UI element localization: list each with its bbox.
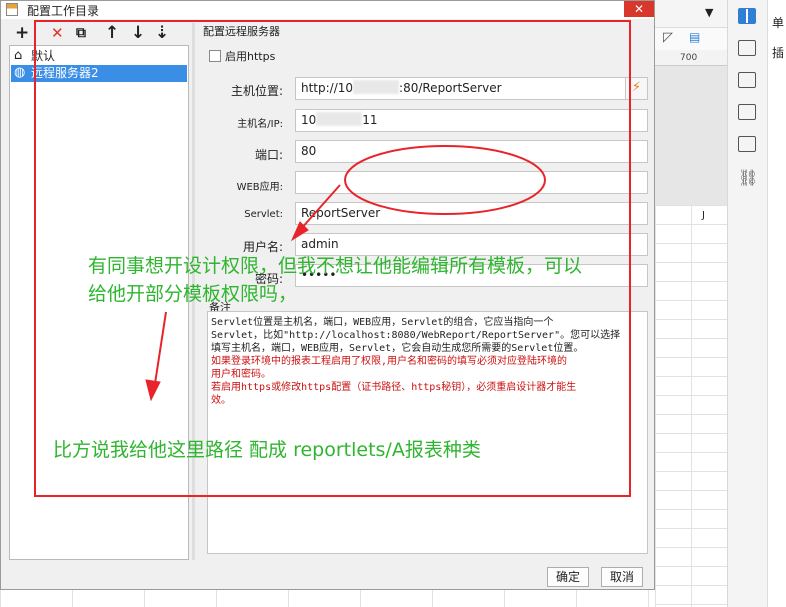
right-side-panel: ⛓ — [727, 0, 767, 607]
annotation-text-line2: 给他开部分模板权限吗， — [88, 283, 298, 305]
bg-toolbar-secondary: ◸ ▤ — [655, 28, 727, 50]
condition-icon[interactable] — [738, 136, 756, 152]
ok-button[interactable]: 确定 — [547, 567, 589, 587]
cell-element-icon[interactable] — [738, 72, 756, 88]
cancel-button[interactable]: 取消 — [601, 567, 643, 587]
column-header: J — [702, 210, 705, 221]
bg-toolbar: ▼ — [655, 0, 727, 28]
hyperlink-icon[interactable]: ⛓ — [738, 168, 758, 187]
panel-tab-label[interactable]: 单 — [772, 14, 784, 31]
draw-line-icon[interactable]: ◸ — [663, 30, 673, 45]
widget-settings-icon[interactable] — [738, 40, 756, 56]
ruler: 700 — [655, 50, 727, 66]
home-icon: ⌂ — [14, 48, 23, 63]
report-icon[interactable]: ▤ — [689, 30, 700, 44]
annotation-text-line3: 比方说我给他这里路径 配成 reportlets/A报表种类 — [53, 439, 481, 461]
form-element-icon[interactable] — [738, 104, 756, 120]
dialog-titlebar[interactable]: 配置工作目录 ✕ — [1, 1, 654, 19]
canvas-area — [655, 66, 727, 205]
globe-icon: ◍ — [14, 65, 26, 80]
panel-tab-label-insert[interactable]: 插 — [772, 44, 784, 61]
cell-attributes-icon[interactable] — [738, 8, 756, 24]
dialog-title: 配置工作目录 — [27, 4, 100, 18]
add-icon[interactable]: + — [15, 23, 29, 43]
dropdown-arrow-icon[interactable]: ▼ — [705, 6, 713, 19]
annotation-text-line1: 有同事想开设计权限，但我不想让他能编辑所有模板，可以 — [88, 255, 583, 277]
java-app-icon — [6, 3, 18, 16]
annotation-ellipse — [344, 145, 546, 215]
spreadsheet-grid-bottom — [0, 590, 655, 607]
far-right-panel: 单 插 — [767, 0, 786, 607]
close-button[interactable]: ✕ — [624, 1, 654, 17]
spreadsheet-grid[interactable] — [655, 205, 727, 607]
